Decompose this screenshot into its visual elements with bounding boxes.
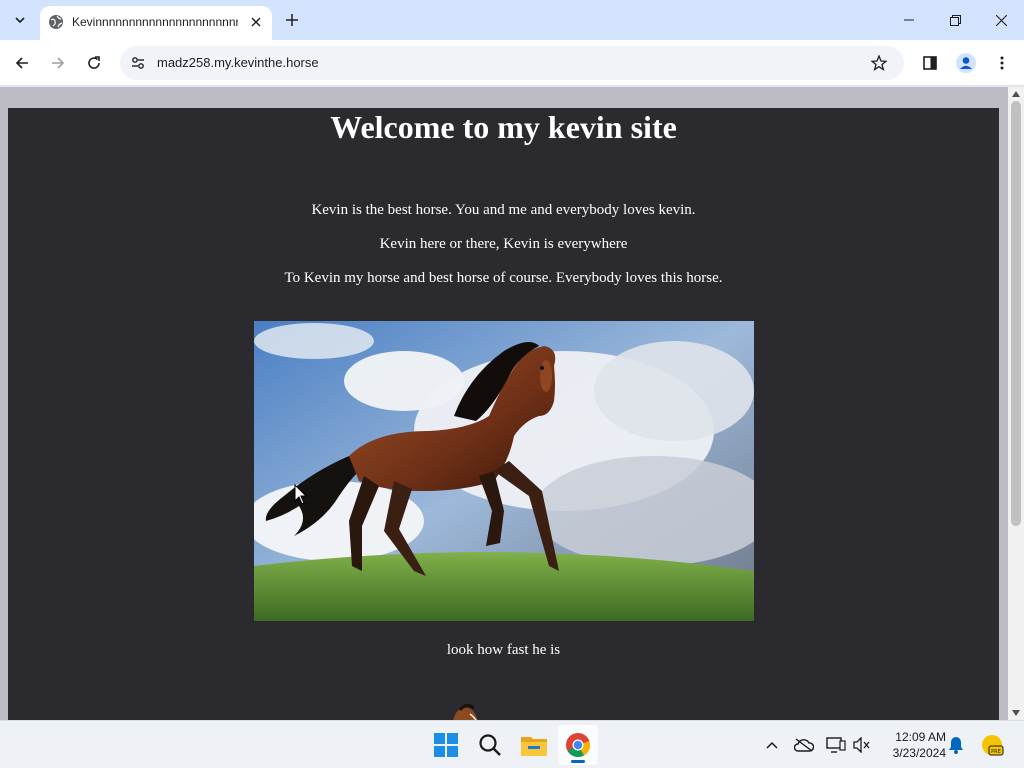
minimize-icon bbox=[904, 19, 914, 21]
network-tray-button[interactable] bbox=[824, 733, 848, 757]
show-hidden-icons-button[interactable] bbox=[760, 733, 784, 757]
taskbar: 12:09 AM 3/23/2024 PRE bbox=[0, 720, 1024, 768]
clock-date: 3/23/2024 bbox=[892, 746, 946, 760]
speaker-muted-icon bbox=[853, 737, 870, 753]
cloud-offline-icon bbox=[794, 738, 814, 752]
page-heading: Welcome to my kevin site bbox=[330, 109, 677, 145]
scroll-thumb[interactable] bbox=[1011, 101, 1021, 526]
close-icon bbox=[995, 14, 1007, 26]
tab-strip: Kevinnnnnnnnnnnnnnnnnnnnnnnnnn bbox=[0, 0, 1024, 40]
page-body: Welcome to my kevin site Kevin is the be… bbox=[8, 108, 999, 720]
triangle-down-icon bbox=[1012, 710, 1020, 716]
start-button[interactable] bbox=[426, 725, 466, 765]
chevron-up-icon bbox=[766, 741, 778, 749]
taskbar-clock[interactable]: 12:09 AM 3/23/2024 bbox=[880, 729, 946, 761]
more-vertical-icon bbox=[1000, 56, 1004, 70]
back-button[interactable] bbox=[8, 49, 36, 77]
close-tab-icon[interactable] bbox=[246, 12, 266, 32]
reload-icon bbox=[88, 56, 100, 69]
arrow-right-icon bbox=[52, 57, 65, 69]
restore-button[interactable] bbox=[932, 0, 978, 40]
tab-title: Kevinnnnnnnnnnnnnnnnnnnnnnnnnn bbox=[72, 15, 238, 29]
windows-logo-icon bbox=[434, 733, 458, 757]
weather-sun-icon: PRE bbox=[982, 735, 1004, 756]
side-panel-icon bbox=[923, 56, 937, 70]
mouse-cursor-icon bbox=[294, 484, 308, 505]
address-bar[interactable]: madz258.my.kevinthe.horse bbox=[120, 46, 904, 80]
star-icon bbox=[871, 55, 887, 71]
page-scrollbar[interactable] bbox=[1008, 87, 1024, 720]
image-caption: look how fast he is bbox=[446, 642, 561, 658]
bookmark-button[interactable] bbox=[868, 52, 890, 74]
bell-icon bbox=[949, 737, 963, 754]
side-panel-button[interactable] bbox=[916, 49, 944, 77]
notifications-button[interactable] bbox=[944, 733, 968, 757]
plus-icon bbox=[286, 14, 298, 26]
tab-search-button[interactable] bbox=[6, 6, 34, 34]
onedrive-tray-button[interactable] bbox=[792, 733, 816, 757]
page-viewport: Welcome to my kevin site Kevin is the be… bbox=[0, 87, 1008, 720]
url-text[interactable]: madz258.my.kevinthe.horse bbox=[157, 55, 319, 71]
folder-icon bbox=[521, 737, 547, 756]
menu-button[interactable] bbox=[988, 49, 1016, 77]
svg-text:PRE: PRE bbox=[991, 749, 1001, 755]
close-window-button[interactable] bbox=[978, 0, 1024, 40]
paragraph-best-horse: To Kevin my horse and best horse of cour… bbox=[284, 270, 723, 286]
new-tab-button[interactable] bbox=[280, 8, 304, 32]
taskbar-search-button[interactable] bbox=[470, 725, 510, 765]
arrow-left-icon bbox=[15, 57, 28, 69]
running-horse-gif bbox=[446, 702, 486, 720]
browser-toolbar: madz258.my.kevinthe.horse bbox=[0, 40, 1024, 86]
paragraph-everywhere: Kevin here or there, Kevin is everywhere bbox=[379, 236, 628, 252]
minimize-button[interactable] bbox=[886, 0, 932, 40]
volume-tray-button[interactable] bbox=[850, 733, 874, 757]
forward-button[interactable] bbox=[44, 49, 72, 77]
tune-icon bbox=[132, 57, 144, 69]
horse-image bbox=[254, 321, 754, 621]
monitor-icon bbox=[826, 737, 846, 753]
search-icon bbox=[479, 734, 501, 756]
active-app-indicator bbox=[571, 760, 585, 763]
restore-icon bbox=[949, 14, 961, 26]
scroll-up-arrow[interactable] bbox=[1008, 87, 1024, 101]
intro-paragraph: Kevin is the best horse. You and me and … bbox=[311, 202, 696, 218]
avatar-icon bbox=[956, 53, 976, 73]
chevron-down-icon bbox=[15, 17, 25, 24]
chrome-taskbar-button[interactable] bbox=[558, 725, 598, 765]
triangle-up-icon bbox=[1012, 91, 1020, 97]
browser-tab[interactable]: Kevinnnnnnnnnnnnnnnnnnnnnnnnnn bbox=[40, 6, 272, 40]
globe-icon bbox=[49, 15, 63, 29]
clock-time: 12:09 AM bbox=[895, 730, 946, 744]
reload-button[interactable] bbox=[80, 49, 108, 77]
file-explorer-button[interactable] bbox=[514, 725, 554, 765]
profile-button[interactable] bbox=[952, 49, 980, 77]
scroll-down-arrow[interactable] bbox=[1008, 706, 1024, 720]
weather-widget-button[interactable]: PRE bbox=[980, 733, 1004, 757]
site-info-button[interactable] bbox=[126, 51, 150, 75]
chrome-icon bbox=[566, 733, 591, 758]
